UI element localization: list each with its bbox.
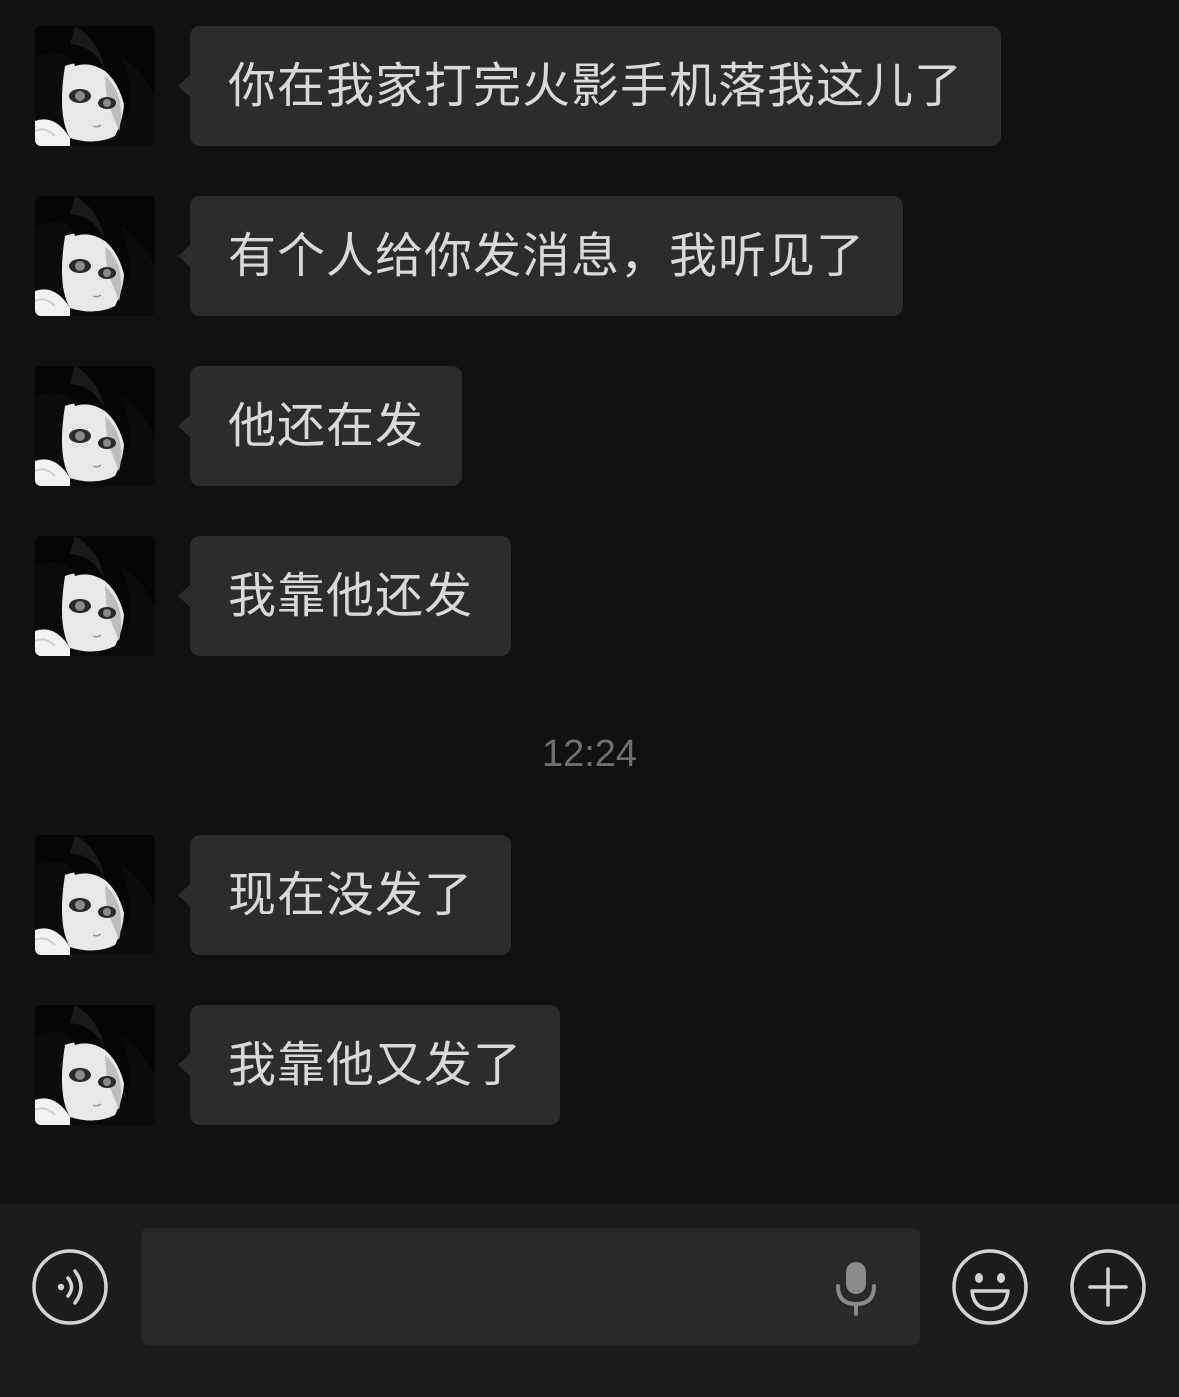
avatar[interactable] xyxy=(35,196,155,316)
chat-area[interactable]: 你在我家打完火影手机落我这儿了 有个人给你发消息，我听见了 他还在发 我靠他还发… xyxy=(0,0,1179,1204)
avatar[interactable] xyxy=(35,536,155,656)
message-row: 有个人给你发消息，我听见了 xyxy=(0,196,1179,316)
avatar-image xyxy=(35,366,155,486)
message-bubble[interactable]: 你在我家打完火影手机落我这儿了 xyxy=(177,26,1002,146)
emoji-button[interactable] xyxy=(950,1247,1030,1327)
microphone-icon xyxy=(836,1262,876,1316)
avatar[interactable] xyxy=(35,366,155,486)
avatar-image xyxy=(35,26,155,146)
emoji-icon xyxy=(952,1249,1028,1325)
more-options-button[interactable] xyxy=(1068,1247,1148,1327)
message-row: 我靠他又发了 xyxy=(0,1005,1179,1125)
message-input[interactable] xyxy=(141,1228,920,1345)
message-bubble[interactable]: 我靠他又发了 xyxy=(177,1005,561,1125)
avatar[interactable] xyxy=(35,26,155,146)
message-bubble[interactable]: 有个人给你发消息，我听见了 xyxy=(177,196,904,316)
message-bubble[interactable]: 他还在发 xyxy=(177,366,463,486)
message-text: 我靠他还发 xyxy=(228,568,474,624)
message-row: 他还在发 xyxy=(0,366,1179,486)
avatar[interactable] xyxy=(35,835,155,955)
message-text: 有个人给你发消息，我听见了 xyxy=(228,228,866,284)
message-text: 你在我家打完火影手机落我这儿了 xyxy=(228,58,964,114)
avatar-image xyxy=(35,196,155,316)
message-bubble[interactable]: 现在没发了 xyxy=(177,835,512,955)
input-bar xyxy=(0,1204,1179,1397)
avatar-image xyxy=(35,835,155,955)
message-text: 现在没发了 xyxy=(228,867,474,923)
voice-toggle-button[interactable] xyxy=(30,1247,110,1327)
chat-timestamp: 12:24 xyxy=(541,733,638,775)
message-row: 你在我家打完火影手机落我这儿了 xyxy=(0,26,1179,146)
message-bubble[interactable]: 我靠他还发 xyxy=(177,536,512,656)
message-text: 他还在发 xyxy=(228,398,425,454)
message-row: 我靠他还发 xyxy=(0,536,1179,656)
plus-icon xyxy=(1070,1249,1146,1325)
message-row: 现在没发了 xyxy=(0,835,1179,955)
voice-icon xyxy=(32,1249,108,1325)
avatar[interactable] xyxy=(35,1005,155,1125)
microphone-button[interactable] xyxy=(832,1260,880,1316)
message-text: 我靠他又发了 xyxy=(228,1037,523,1093)
avatar-image xyxy=(35,1005,155,1125)
avatar-image xyxy=(35,536,155,656)
